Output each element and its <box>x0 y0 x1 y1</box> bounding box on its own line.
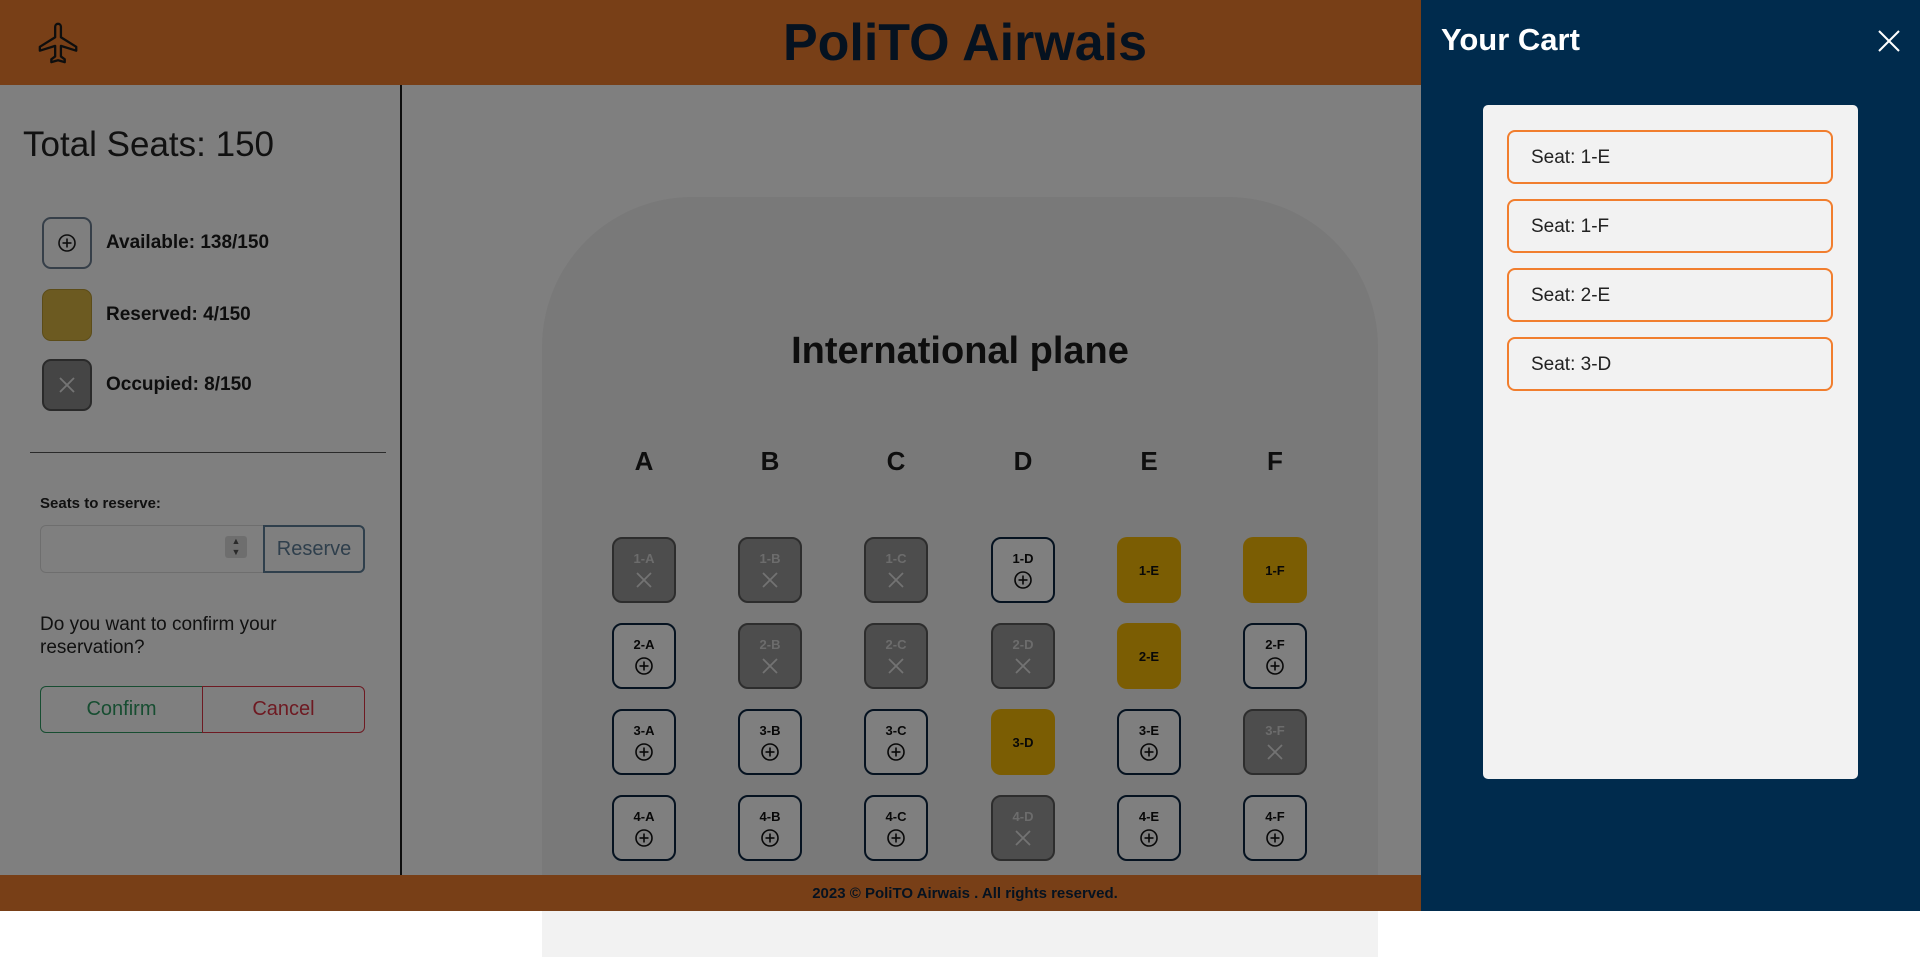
cart-item-label: Seat: 1-F <box>1531 216 1610 237</box>
cart-item-label: Seat: 2-E <box>1531 285 1611 306</box>
cart-panel: Your Cart Seat: 1-E Seat: 1-F Seat: 2-E … <box>1421 0 1920 911</box>
cart-item[interactable]: Seat: 1-F <box>1507 199 1833 253</box>
cart-title: Your Cart <box>1441 22 1580 57</box>
modal-backdrop[interactable] <box>0 0 1421 911</box>
cart-item[interactable]: Seat: 2-E <box>1507 268 1833 322</box>
cart-item[interactable]: Seat: 3-D <box>1507 337 1833 391</box>
cart-item[interactable]: Seat: 1-E <box>1507 130 1833 184</box>
cart-list: Seat: 1-E Seat: 1-F Seat: 2-E Seat: 3-D <box>1483 105 1858 779</box>
cart-item-label: Seat: 3-D <box>1531 354 1612 375</box>
close-icon[interactable] <box>1875 27 1903 55</box>
cart-item-label: Seat: 1-E <box>1531 147 1611 168</box>
